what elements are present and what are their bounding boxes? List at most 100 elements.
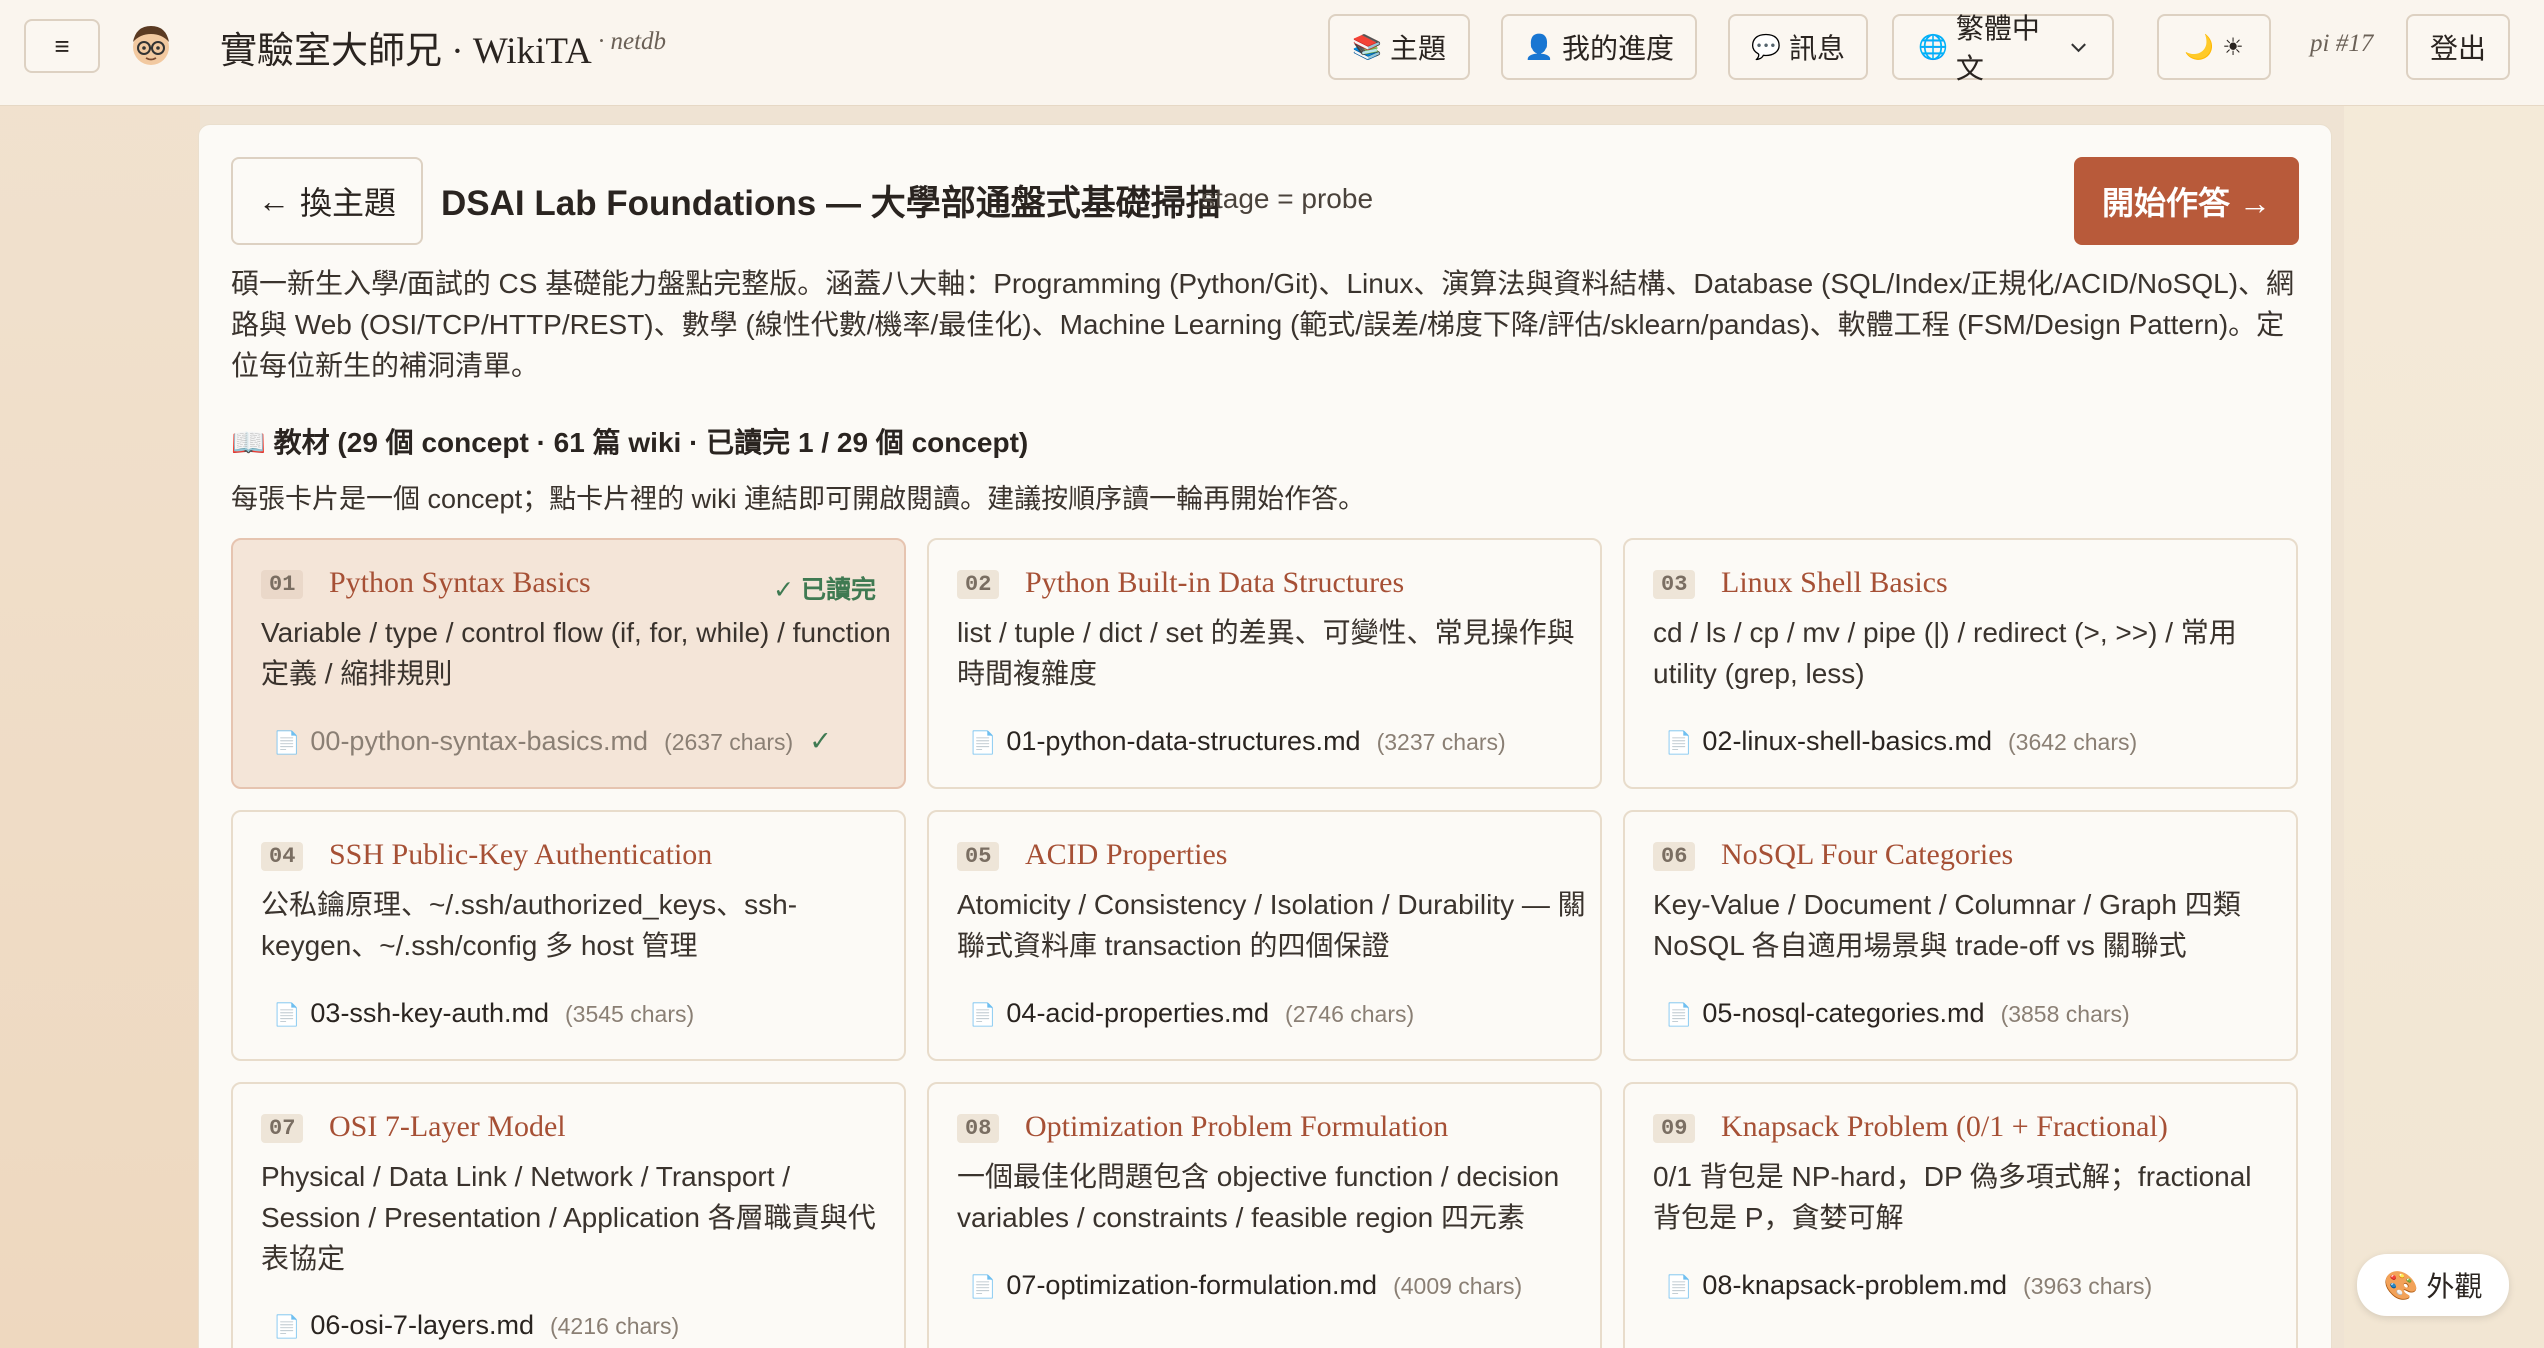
avatar xyxy=(133,26,169,65)
concept-description: 0/1 背包是 NP-hard，DP 偽多項式解；fractional 背包是 … xyxy=(1653,1161,2252,1233)
wiki-filename: 02-linux-shell-basics.md xyxy=(1702,726,1993,756)
wiki-link[interactable]: 📄 00-python-syntax-basics.md (2637 chars… xyxy=(273,726,832,757)
page-background-left xyxy=(0,0,200,1348)
chevron-down-icon xyxy=(2071,43,2086,53)
logout-label: 登出 xyxy=(2429,33,2486,64)
document-icon: 📄 xyxy=(969,1274,997,1299)
concept-title: OSI 7-Layer Model xyxy=(329,1110,566,1143)
concept-card-03[interactable]: 03 Linux Shell Basics cd / ls / cp / mv … xyxy=(1623,538,2298,789)
language-select[interactable]: 🌐 繁體中文 xyxy=(1892,13,2114,84)
concept-description: list / tuple / dict / set 的差異、可變性、常見操作與時… xyxy=(957,617,1575,689)
top-bar: ≡ 實驗室大師兄 · WikiTA · netdb 📚 主題 👤 我的進度 💬 … xyxy=(0,0,2544,106)
wiki-link[interactable]: 📄 02-linux-shell-basics.md (3642 chars) xyxy=(1665,726,2137,757)
logout-button[interactable]: 登出 xyxy=(2406,14,2510,80)
document-icon: 📄 xyxy=(969,730,997,755)
page-background-right xyxy=(2344,0,2544,1348)
moon-icon: 🌙 xyxy=(2184,33,2215,61)
concept-card-08[interactable]: 08 Optimization Problem Formulation 一個最佳… xyxy=(927,1082,1602,1348)
concept-description: Variable / type / control flow (if, for,… xyxy=(261,617,891,689)
wiki-char-count: (3545 chars) xyxy=(565,1001,695,1027)
concept-card-06[interactable]: 06 NoSQL Four Categories Key-Value / Doc… xyxy=(1623,810,2298,1061)
palette-icon: 🎨 xyxy=(2383,1269,2419,1301)
wiki-char-count: (2746 chars) xyxy=(1285,1001,1415,1027)
document-icon: 📄 xyxy=(1665,1274,1693,1299)
wiki-filename: 05-nosql-categories.md xyxy=(1702,998,1985,1028)
change-topic-button[interactable]: ← 換主題 xyxy=(231,157,423,245)
check-icon: ✓ xyxy=(809,726,832,756)
concept-description: Physical / Data Link / Network / Transpo… xyxy=(261,1161,876,1274)
concept-card-05[interactable]: 05 ACID Properties Atomicity / Consisten… xyxy=(927,810,1602,1061)
document-icon: 📄 xyxy=(1665,730,1693,755)
brand-title[interactable]: 實驗室大師兄 · WikiTA xyxy=(220,20,592,74)
wiki-char-count: (3237 chars) xyxy=(1376,729,1506,755)
change-topic-label: 換主題 xyxy=(299,185,396,221)
messages-label: 訊息 xyxy=(1788,33,1845,64)
appearance-button[interactable]: 🎨 外觀 xyxy=(2357,1254,2509,1316)
stage-label: stage = probe xyxy=(1201,183,1374,214)
concept-title: Optimization Problem Formulation xyxy=(1025,1110,1449,1143)
concept-number: 07 xyxy=(261,1114,304,1143)
wiki-link[interactable]: 📄 06-osi-7-layers.md (4216 chars) xyxy=(273,1310,679,1341)
wiki-char-count: (4216 chars) xyxy=(549,1313,680,1339)
language-label: 繁體中文 xyxy=(1955,13,2040,84)
arrow-left-icon: ← xyxy=(257,182,290,219)
concept-number: 04 xyxy=(261,842,304,871)
progress-label: 我的進度 xyxy=(1561,33,1674,64)
topics-button[interactable]: 📚 主題 xyxy=(1328,14,1470,80)
chat-bubble-icon: 💬 xyxy=(1751,33,1781,61)
concept-title: Linux Shell Basics xyxy=(1721,566,1948,599)
wiki-link[interactable]: 📄 03-ssh-key-auth.md (3545 chars) xyxy=(273,998,694,1029)
wiki-link[interactable]: 📄 05-nosql-categories.md (3858 chars) xyxy=(1665,998,2130,1029)
concept-title: Python Syntax Basics xyxy=(329,566,591,599)
concept-description: 公私鑰原理、~/.ssh/authorized_keys、ssh-keygen、… xyxy=(261,889,798,961)
concept-number: 06 xyxy=(1653,842,1696,871)
progress-button[interactable]: 👤 我的進度 xyxy=(1501,14,1697,80)
wiki-char-count: (3642 chars) xyxy=(2008,729,2138,755)
wiki-link[interactable]: 📄 04-acid-properties.md (2746 chars) xyxy=(969,998,1414,1029)
document-icon: 📄 xyxy=(969,1002,997,1027)
concept-card-07[interactable]: 07 OSI 7-Layer Model Physical / Data Lin… xyxy=(231,1082,906,1348)
read-badge: ✓ 已讀完 xyxy=(773,576,876,604)
wiki-filename: 06-osi-7-layers.md xyxy=(310,1310,534,1340)
document-icon: 📄 xyxy=(1665,1002,1693,1027)
document-icon: 📄 xyxy=(273,1002,301,1027)
messages-button[interactable]: 💬 訊息 xyxy=(1728,14,1868,80)
materials-instructions: 每張卡片是一個 concept；點卡片裡的 wiki 連結即可開啟閱讀。建議按順… xyxy=(231,484,1366,514)
concept-title: NoSQL Four Categories xyxy=(1721,838,2014,871)
document-icon: 📄 xyxy=(273,730,301,755)
page-title: DSAI Lab Foundations — 大學部通盤式基礎掃描 xyxy=(441,184,1221,223)
concept-number: 02 xyxy=(957,570,1000,599)
concept-card-04[interactable]: 04 SSH Public-Key Authentication 公私鑰原理、~… xyxy=(231,810,906,1061)
wiki-char-count: (3963 chars) xyxy=(2023,1273,2153,1299)
document-icon: 📄 xyxy=(273,1314,301,1339)
concept-card-02[interactable]: 02 Python Built-in Data Structures list … xyxy=(927,538,1602,789)
concept-description: Key-Value / Document / Columnar / Graph … xyxy=(1653,889,2241,961)
menu-button[interactable]: ≡ xyxy=(24,19,100,73)
wiki-char-count: (3858 chars) xyxy=(2000,1001,2130,1027)
concept-title: SSH Public-Key Authentication xyxy=(329,838,713,871)
concept-title: Knapsack Problem (0/1 + Fractional) xyxy=(1721,1110,2168,1143)
start-answering-button[interactable]: 開始作答 → xyxy=(2074,157,2299,245)
user-icon: 👤 xyxy=(1524,33,1554,61)
wiki-char-count: (2637 chars) xyxy=(664,729,794,755)
wiki-filename: 07-optimization-formulation.md xyxy=(1006,1270,1378,1300)
wiki-filename: 04-acid-properties.md xyxy=(1006,998,1270,1028)
concept-number: 01 xyxy=(261,570,304,599)
wiki-link[interactable]: 📄 07-optimization-formulation.md (4009 c… xyxy=(969,1270,1522,1301)
theme-toggle[interactable]: 🌙 ☀ xyxy=(2157,14,2271,80)
appearance-label: 外觀 xyxy=(2426,1271,2483,1302)
concept-card-01[interactable]: 01 Python Syntax Basics ✓ 已讀完 Variable /… xyxy=(231,538,906,789)
main-panel: ← 換主題 DSAI Lab Foundations — 大學部通盤式基礎掃描 … xyxy=(198,124,2332,1348)
concept-card-09[interactable]: 09 Knapsack Problem (0/1 + Fractional) 0… xyxy=(1623,1082,2298,1348)
concept-description: 一個最佳化問題包含 objective function / decision … xyxy=(957,1161,1560,1233)
wiki-filename: 08-knapsack-problem.md xyxy=(1702,1270,2008,1300)
globe-icon: 🌐 xyxy=(1918,33,1948,61)
wiki-char-count: (4009 chars) xyxy=(1393,1273,1523,1299)
concept-description: cd / ls / cp / mv / pipe (|) / redirect … xyxy=(1653,617,2237,689)
wiki-link[interactable]: 📄 08-knapsack-problem.md (3963 chars) xyxy=(1665,1270,2152,1301)
wiki-filename: 00-python-syntax-basics.md xyxy=(310,726,649,756)
wiki-link[interactable]: 📄 01-python-data-structures.md (3237 cha… xyxy=(969,726,1506,757)
wiki-filename: 01-python-data-structures.md xyxy=(1006,726,1361,756)
sun-icon: ☀ xyxy=(2222,33,2244,61)
wiki-filename: 03-ssh-key-auth.md xyxy=(310,998,550,1028)
